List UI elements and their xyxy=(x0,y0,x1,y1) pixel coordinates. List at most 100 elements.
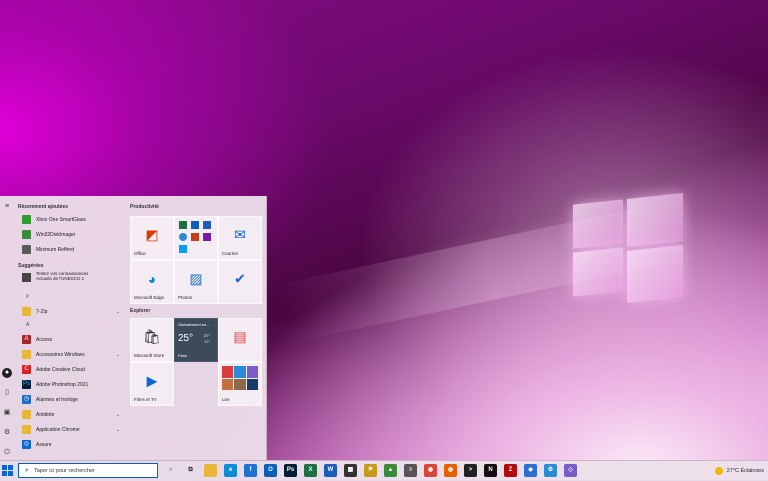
store-icon[interactable]: ▦ xyxy=(344,464,357,477)
search-input[interactable]: Taper ici pour rechercher xyxy=(34,468,95,474)
app-icon xyxy=(22,245,31,254)
power-icon[interactable]: ⏻ xyxy=(2,448,12,458)
explore-heading: Explorer xyxy=(130,308,151,314)
xbox-icon xyxy=(22,215,31,224)
firefox2-icon[interactable]: ◍ xyxy=(444,464,457,477)
folder-icon xyxy=(22,410,31,419)
todo-tile[interactable]: ✔ xyxy=(218,260,262,304)
suggestions-heading: Suggérées xyxy=(18,263,44,269)
suggestion-item[interactable]: Testez vos connaissances Actualis de l'U… xyxy=(18,271,124,291)
play-tile[interactable]: Lire xyxy=(218,362,262,406)
store-tile[interactable]: 🛍 Microsoft Store xyxy=(130,318,174,362)
photos-tile[interactable]: ▨ Photos xyxy=(174,260,218,304)
hamburger-icon[interactable]: ≡ xyxy=(2,202,12,212)
photoshop-icon[interactable]: Ps xyxy=(284,464,297,477)
store-bag-icon: 🛍 xyxy=(143,328,161,345)
edge-tile[interactable]: ◕ Microsoft Edge xyxy=(130,260,174,304)
folder-7zip[interactable]: 7-Zip ⌄ xyxy=(18,304,124,319)
chevron-down-icon: ⌄ xyxy=(116,426,121,433)
edge-icon[interactable]: e xyxy=(224,464,237,477)
skype-icon xyxy=(179,245,187,253)
news-tile[interactable]: ▤ xyxy=(218,318,262,362)
chrome-icon[interactable]: ◉ xyxy=(424,464,437,477)
edge-icon: ◕ xyxy=(147,271,157,288)
app-green-icon[interactable]: ▲ xyxy=(384,464,397,477)
folder-icon xyxy=(22,307,31,316)
app-purple-icon[interactable]: ◇ xyxy=(564,464,577,477)
letter-header[interactable]: A xyxy=(18,319,124,332)
windows-icon xyxy=(2,465,7,470)
app-list: Récemment ajoutées Xbox One SmartGlass W… xyxy=(18,202,124,460)
letter-header[interactable]: # xyxy=(18,291,124,304)
user-icon[interactable]: ● xyxy=(2,368,12,378)
taskbar: ⌕ Taper ici pour rechercher ○ ⧉ e f O Ps X W ▦ ⚑ ▲… xyxy=(0,460,768,481)
weather-tile[interactable]: Globalement en... 25° 27° 15° Paris xyxy=(174,318,218,362)
list-item[interactable]: ◷ Alarmes et horloge xyxy=(18,392,124,407)
windows-logo xyxy=(573,192,685,304)
list-item[interactable]: Antidote ⌄ xyxy=(18,407,124,422)
cortana-icon[interactable]: ○ xyxy=(164,464,177,477)
outlook-icon[interactable]: O xyxy=(264,464,277,477)
productivity-heading: Productivité xyxy=(130,204,159,210)
game-icon xyxy=(234,366,246,378)
pictures-icon[interactable]: ▣ xyxy=(2,408,12,418)
terminal-icon[interactable]: > xyxy=(464,464,477,477)
start-menu: ≡ ● ▯ ▣ ⚙ ⏻ Récemment ajoutées Xbox One … xyxy=(0,196,267,460)
notepad-icon[interactable]: ≡ xyxy=(404,464,417,477)
folder-icon xyxy=(22,425,31,434)
list-item[interactable]: Application Chrome ⌄ xyxy=(18,422,124,437)
films-tile[interactable]: ▶ Films et TV xyxy=(130,362,174,406)
filezilla-icon[interactable]: Z xyxy=(504,464,517,477)
app-blue-icon[interactable]: ◆ xyxy=(524,464,537,477)
folder-icon xyxy=(22,350,31,359)
disk-imager-icon xyxy=(22,230,31,239)
list-item[interactable]: Xbox One SmartGlass xyxy=(18,212,124,227)
photos-icon: ▨ xyxy=(189,270,203,287)
netflix-icon[interactable]: N xyxy=(484,464,497,477)
word-icon xyxy=(203,221,211,229)
firefox-icon[interactable]: f xyxy=(244,464,257,477)
list-item[interactable]: Win32DiskImager xyxy=(18,227,124,242)
search-icon: ⌕ xyxy=(25,466,29,474)
start-button[interactable] xyxy=(2,465,14,477)
chevron-down-icon: ⌄ xyxy=(116,351,121,358)
chevron-down-icon: ⌄ xyxy=(116,308,121,315)
check-icon: ✔ xyxy=(234,270,246,287)
tiles-area: Productivité ◩ Office ✉ Courrier ◕ Micro… xyxy=(130,202,262,442)
office-tile[interactable]: ◩ Office xyxy=(130,216,174,260)
list-item[interactable]: A Access xyxy=(18,332,124,347)
word-icon[interactable]: W xyxy=(324,464,337,477)
list-item[interactable]: Minimum Refferd xyxy=(18,242,124,257)
photoshop-icon: Ps xyxy=(22,380,31,389)
search-box[interactable]: ⌕ Taper ici pour rechercher xyxy=(18,463,158,478)
game-icon xyxy=(246,378,258,390)
office-icon: ◩ xyxy=(145,226,159,243)
chevron-down-icon: ⌄ xyxy=(116,411,121,418)
start-rail: ≡ ● ▯ ▣ ⚙ ⏻ xyxy=(0,196,14,460)
list-item[interactable]: ◎ Assure xyxy=(18,437,124,452)
outlook-icon xyxy=(191,221,199,229)
task-view-icon[interactable]: ⧉ xyxy=(184,464,197,477)
clock-icon: ◷ xyxy=(22,395,31,404)
settings-app-icon[interactable]: ⚙ xyxy=(544,464,557,477)
file-explorer-icon[interactable] xyxy=(204,464,217,477)
list-item[interactable]: Ps Adobe Photoshop 2021 xyxy=(18,377,124,392)
weather-icon[interactable] xyxy=(714,467,723,475)
weather-status[interactable]: 27°C Éclaircies xyxy=(727,468,764,474)
mail-icon: ✉ xyxy=(234,226,246,243)
excel-icon[interactable]: X xyxy=(304,464,317,477)
document-icon[interactable]: ▯ xyxy=(2,388,12,398)
list-item[interactable]: C Adobe Creative Cloud xyxy=(18,362,124,377)
list-item[interactable]: Accessoires Windows ⌄ xyxy=(18,347,124,362)
news-icon: ▤ xyxy=(233,328,247,345)
game-icon xyxy=(222,366,234,378)
mail-tile[interactable]: ✉ Courrier xyxy=(218,216,262,260)
assure-icon: ◎ xyxy=(22,440,31,449)
office-apps-tile[interactable] xyxy=(174,216,218,260)
settings-icon[interactable]: ⚙ xyxy=(2,428,12,438)
taskbar-apps: ○ ⧉ e f O Ps X W ▦ ⚑ ▲ ≡ ◉ ◍ > N Z ◆ ⚙ ◇ xyxy=(164,464,584,478)
creative-cloud-icon: C xyxy=(22,365,31,374)
app-yellow-icon[interactable]: ⚑ xyxy=(364,464,377,477)
suggestion-icon xyxy=(22,273,31,282)
game-icon xyxy=(246,366,258,378)
